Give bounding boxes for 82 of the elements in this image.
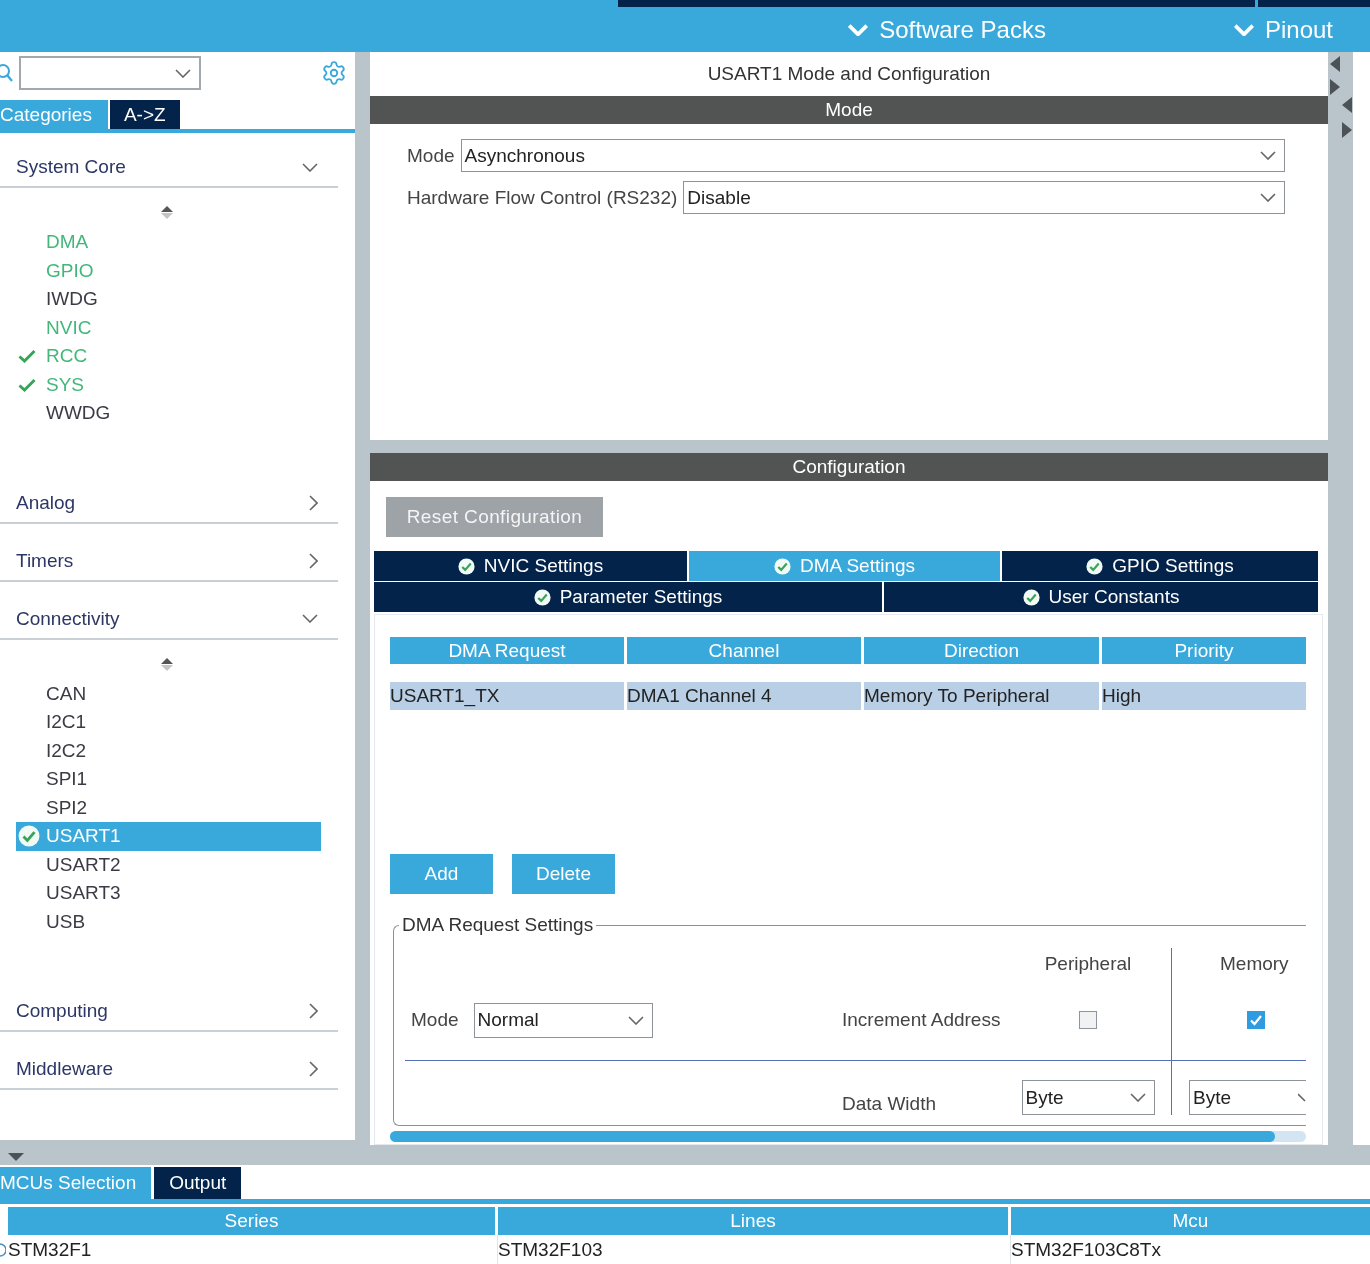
- chevron-down-icon: [627, 1015, 644, 1025]
- settings-tab[interactable]: Parameter Settings: [374, 582, 882, 612]
- table-cell: High: [1099, 682, 1306, 710]
- panel-tab[interactable]: Output: [154, 1167, 242, 1199]
- category-header[interactable]: Computing: [0, 992, 338, 1032]
- table-cell-text: STM32F103C8Tx: [1011, 1237, 1162, 1262]
- table-cell: Memory To Peripheral: [861, 682, 1099, 710]
- chevron-down-icon: [175, 68, 191, 78]
- dropdown[interactable]: Byte: [1189, 1080, 1306, 1115]
- chevron-down-icon: [1260, 193, 1276, 202]
- column-label: Peripheral: [1044, 953, 1132, 975]
- radio-icon[interactable]: [0, 1242, 6, 1257]
- dropdown[interactable]: Disable: [683, 181, 1285, 214]
- column-label: Memory: [1220, 953, 1289, 975]
- column-header: Mcu: [1011, 1207, 1370, 1235]
- check-circle-icon: [1022, 588, 1040, 606]
- panel-title: USART1 Mode and Configuration: [706, 62, 992, 86]
- dropdown[interactable]: Normal: [473, 1002, 653, 1038]
- peripheral-item[interactable]: WWDG: [16, 399, 321, 428]
- check-circle-icon: [773, 557, 791, 575]
- chevron-down-icon: [1298, 1093, 1306, 1102]
- settings-tab[interactable]: NVIC Settings: [374, 551, 687, 581]
- field-label: Increment Address: [842, 1009, 1001, 1031]
- field-label: Mode: [407, 144, 455, 167]
- section-header: Configuration: [370, 453, 1328, 481]
- peripheral-item[interactable]: I2C2: [16, 736, 321, 765]
- search-field[interactable]: [19, 56, 201, 90]
- peripheral-item[interactable]: CAN: [16, 679, 321, 708]
- field-label: Hardware Flow Control (RS232): [407, 186, 678, 209]
- sidebar-tab[interactable]: A->Z: [109, 100, 180, 129]
- settings-icon[interactable]: [321, 60, 347, 86]
- column-header: Lines: [498, 1207, 1008, 1235]
- checkbox[interactable]: [1079, 1011, 1097, 1029]
- section-header: Mode: [370, 96, 1328, 124]
- category-header[interactable]: System Core: [0, 148, 338, 188]
- category-header[interactable]: Timers: [0, 541, 338, 582]
- check-circle-icon: [457, 557, 475, 575]
- chevron-down-icon: [1129, 1093, 1146, 1102]
- triangle-right-icon[interactable]: [1342, 122, 1352, 138]
- peripheral-item[interactable]: USB: [16, 907, 321, 936]
- triangle-left-icon[interactable]: [1330, 56, 1340, 72]
- peripheral-item[interactable]: I2C1: [16, 708, 321, 737]
- column-header: Channel: [627, 637, 861, 664]
- checkbox[interactable]: [1247, 1011, 1265, 1029]
- category-header[interactable]: Middleware: [0, 1050, 338, 1090]
- table-cell: STM32F103: [498, 1235, 1011, 1264]
- field-label: Mode: [411, 1009, 459, 1031]
- chevron-down-icon: [1233, 23, 1254, 36]
- sort-icon[interactable]: [161, 206, 173, 219]
- search-icon[interactable]: [0, 63, 13, 83]
- chevron-down-icon: [848, 23, 869, 36]
- column-header: Series: [8, 1207, 495, 1235]
- column-header: Priority: [1102, 637, 1306, 664]
- field-label: Data Width: [842, 1093, 936, 1115]
- group-title: DMA Request Settings: [401, 914, 595, 936]
- table-row[interactable]: USART1_TX DMA1 Channel 4 Memory To Peripheral High: [390, 682, 1306, 710]
- triangle-down-icon[interactable]: [8, 1153, 24, 1161]
- triangle-left-icon[interactable]: [1342, 97, 1352, 113]
- category-header[interactable]: Analog: [0, 483, 338, 524]
- table-cell: DMA1 Channel 4: [624, 682, 861, 710]
- check-circle-icon: [533, 588, 551, 606]
- table-cell: STM32F1: [8, 1235, 498, 1264]
- check-circle-icon: [1086, 557, 1104, 575]
- sort-icon[interactable]: [161, 657, 173, 671]
- chevron-down-icon: [1260, 151, 1276, 160]
- dropdown[interactable]: Byte: [1021, 1080, 1155, 1115]
- check-icon: [18, 349, 36, 364]
- dropdown[interactable]: Asynchronous: [460, 139, 1285, 172]
- check-circle-icon: [18, 825, 40, 848]
- column-header: DMA Request: [390, 637, 624, 664]
- peripheral-item[interactable]: USART3: [16, 879, 321, 908]
- check-icon: [18, 377, 36, 392]
- peripheral-item[interactable]: SPI2: [16, 793, 321, 822]
- settings-tab[interactable]: GPIO Settings: [1002, 551, 1318, 581]
- peripheral-item[interactable]: USART2: [16, 850, 321, 879]
- category-header[interactable]: Connectivity: [0, 599, 338, 640]
- peripheral-item[interactable]: SPI1: [16, 765, 321, 794]
- column-header: Direction: [864, 637, 1099, 664]
- triangle-right-icon[interactable]: [1330, 79, 1340, 95]
- settings-tab[interactable]: User Constants: [884, 582, 1318, 612]
- table-cell-text: USART1_TX: [390, 684, 501, 709]
- peripheral-item[interactable]: IWDG: [16, 285, 321, 314]
